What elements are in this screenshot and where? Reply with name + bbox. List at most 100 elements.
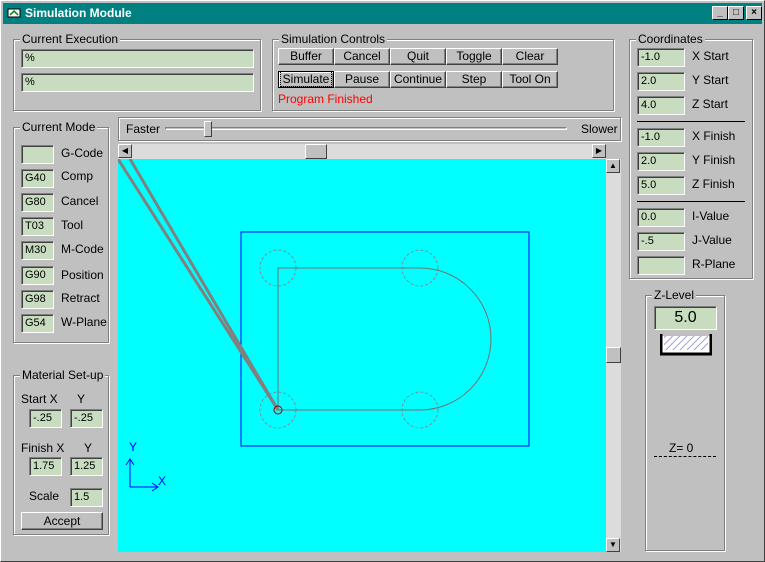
app-icon xyxy=(7,8,21,18)
z-start-label: Z Start xyxy=(692,97,729,111)
scroll-up-button[interactable]: ▲ xyxy=(606,159,620,173)
finish-y-field[interactable]: 1.25 xyxy=(70,457,103,476)
z-finish-field[interactable]: 5.0 xyxy=(637,176,685,195)
scroll-left-button[interactable]: ◀ xyxy=(118,144,132,158)
w-plane-label: W-Plane xyxy=(61,315,107,329)
cancel-button[interactable]: Cancel xyxy=(334,48,390,65)
title-bar[interactable]: Simulation Module _ □ × xyxy=(3,3,762,24)
coord-divider-2 xyxy=(637,201,745,202)
comp-label: Comp xyxy=(61,169,94,183)
scale-field[interactable]: 1.5 xyxy=(70,488,103,507)
y-finish-label: Y Finish xyxy=(692,153,736,167)
coordinates-group: Coordinates -1.0 X Start 2.0 Y Start 4.0… xyxy=(629,32,753,279)
y-start-field[interactable]: 2.0 xyxy=(637,72,685,91)
tool-on-button[interactable]: Tool On xyxy=(502,71,558,88)
pause-button[interactable]: Pause xyxy=(334,71,390,88)
x-finish-label: X Finish xyxy=(692,129,736,143)
buffer-button[interactable]: Buffer xyxy=(278,48,334,65)
faster-label: Faster xyxy=(126,122,161,136)
i-value-label: I-Value xyxy=(692,209,730,223)
y-start-label: Y Start xyxy=(692,73,729,87)
m-code-field: M30 xyxy=(21,241,54,260)
vertical-scroll-thumb[interactable] xyxy=(606,347,621,363)
z-level-group: Z-Level 5.0 Z= 0 xyxy=(645,288,725,551)
simulation-controls-label: Simulation Controls xyxy=(279,32,388,46)
maximize-button[interactable]: □ xyxy=(728,6,744,20)
maximize-icon: □ xyxy=(732,7,740,18)
j-value-field[interactable]: -.5 xyxy=(637,232,685,251)
window-title: Simulation Module xyxy=(25,6,132,20)
g-code-field xyxy=(21,145,54,164)
simulate-label: Simulate xyxy=(279,71,333,87)
current-execution-group: Current Execution % % xyxy=(13,32,261,111)
tool-label: Tool xyxy=(61,218,84,232)
continue-button[interactable]: Continue xyxy=(390,71,446,88)
coord-divider-1 xyxy=(637,121,745,122)
finish-x-label: Finish X xyxy=(21,441,65,455)
canvas-background xyxy=(118,159,606,552)
cancel-mode-field: G80 xyxy=(21,193,54,212)
r-plane-label: R-Plane xyxy=(692,257,736,271)
simulation-controls-group: Simulation Controls Buffer Cancel Quit T… xyxy=(272,32,614,111)
z-finish-label: Z Finish xyxy=(692,177,735,191)
retract-label: Retract xyxy=(61,291,100,305)
z-level-label: Z-Level xyxy=(652,288,697,302)
step-button[interactable]: Step xyxy=(446,71,502,88)
clear-button[interactable]: Clear xyxy=(502,48,558,65)
close-icon: × xyxy=(751,7,757,18)
arrow-up-icon: ▲ xyxy=(609,161,617,170)
simulation-canvas[interactable]: X Y xyxy=(118,159,606,552)
horizontal-scroll-thumb[interactable] xyxy=(305,144,327,159)
z-start-field[interactable]: 4.0 xyxy=(637,96,685,115)
y-axis-label: Y xyxy=(129,440,137,454)
start-y-label: Y xyxy=(77,392,86,406)
tool-field: T03 xyxy=(21,217,54,236)
material-setup-label: Material Set-up xyxy=(20,368,106,382)
toggle-button[interactable]: Toggle xyxy=(446,48,502,65)
start-x-label: Start X xyxy=(21,392,58,406)
current-mode-label: Current Mode xyxy=(20,120,98,134)
position-field: G90 xyxy=(21,266,54,285)
coordinates-label: Coordinates xyxy=(636,32,705,46)
horizontal-scrollbar[interactable]: ◀ ▶ xyxy=(118,144,606,159)
w-plane-field: G54 xyxy=(21,314,54,333)
scale-label: Scale xyxy=(29,489,60,503)
speed-slider-group: Faster Slower xyxy=(118,117,621,141)
y-finish-field[interactable]: 2.0 xyxy=(637,152,685,171)
minimize-button[interactable]: _ xyxy=(712,6,728,20)
finish-x-field[interactable]: 1.75 xyxy=(29,457,62,476)
cancel-mode-label: Cancel xyxy=(61,194,99,208)
material-setup-group: Material Set-up Start X Y -.25 -.25 Fini… xyxy=(13,368,109,535)
z-zero-line xyxy=(654,456,716,457)
x-finish-field[interactable]: -1.0 xyxy=(637,128,685,147)
slower-label: Slower xyxy=(581,122,618,136)
m-code-label: M-Code xyxy=(61,242,104,256)
simulation-window: Simulation Module _ □ × Current Executio… xyxy=(0,0,765,562)
x-start-field[interactable]: -1.0 xyxy=(637,48,685,67)
speed-slider-thumb[interactable] xyxy=(204,121,213,137)
close-button[interactable]: × xyxy=(746,6,762,20)
z-zero-label: Z= 0 xyxy=(669,441,694,455)
r-plane-field[interactable] xyxy=(637,256,685,275)
simulate-button[interactable]: Simulate xyxy=(278,71,334,88)
current-mode-group: Current Mode G-Code G40 Comp G80 Cancel … xyxy=(13,120,109,343)
start-y-field[interactable]: -.25 xyxy=(70,409,103,428)
arrow-right-icon: ▶ xyxy=(595,146,603,155)
vertical-scrollbar[interactable]: ▲ ▼ xyxy=(606,159,621,552)
scroll-right-button[interactable]: ▶ xyxy=(592,144,606,158)
program-status: Program Finished xyxy=(278,92,373,106)
x-start-label: X Start xyxy=(692,49,729,63)
accept-button[interactable]: Accept xyxy=(21,512,103,530)
execution-line-2: % xyxy=(21,73,254,92)
comp-field: G40 xyxy=(21,169,54,188)
speed-slider-track[interactable] xyxy=(165,127,567,130)
j-value-label: J-Value xyxy=(692,233,732,247)
start-x-field[interactable]: -.25 xyxy=(29,409,62,428)
arrow-left-icon: ◀ xyxy=(121,146,129,155)
finish-y-label: Y xyxy=(84,441,93,455)
i-value-field[interactable]: 0.0 xyxy=(637,208,685,227)
scroll-down-button[interactable]: ▼ xyxy=(606,538,620,552)
quit-button[interactable]: Quit xyxy=(390,48,446,65)
z-level-value: 5.0 xyxy=(654,306,717,330)
g-code-label: G-Code xyxy=(61,146,104,160)
